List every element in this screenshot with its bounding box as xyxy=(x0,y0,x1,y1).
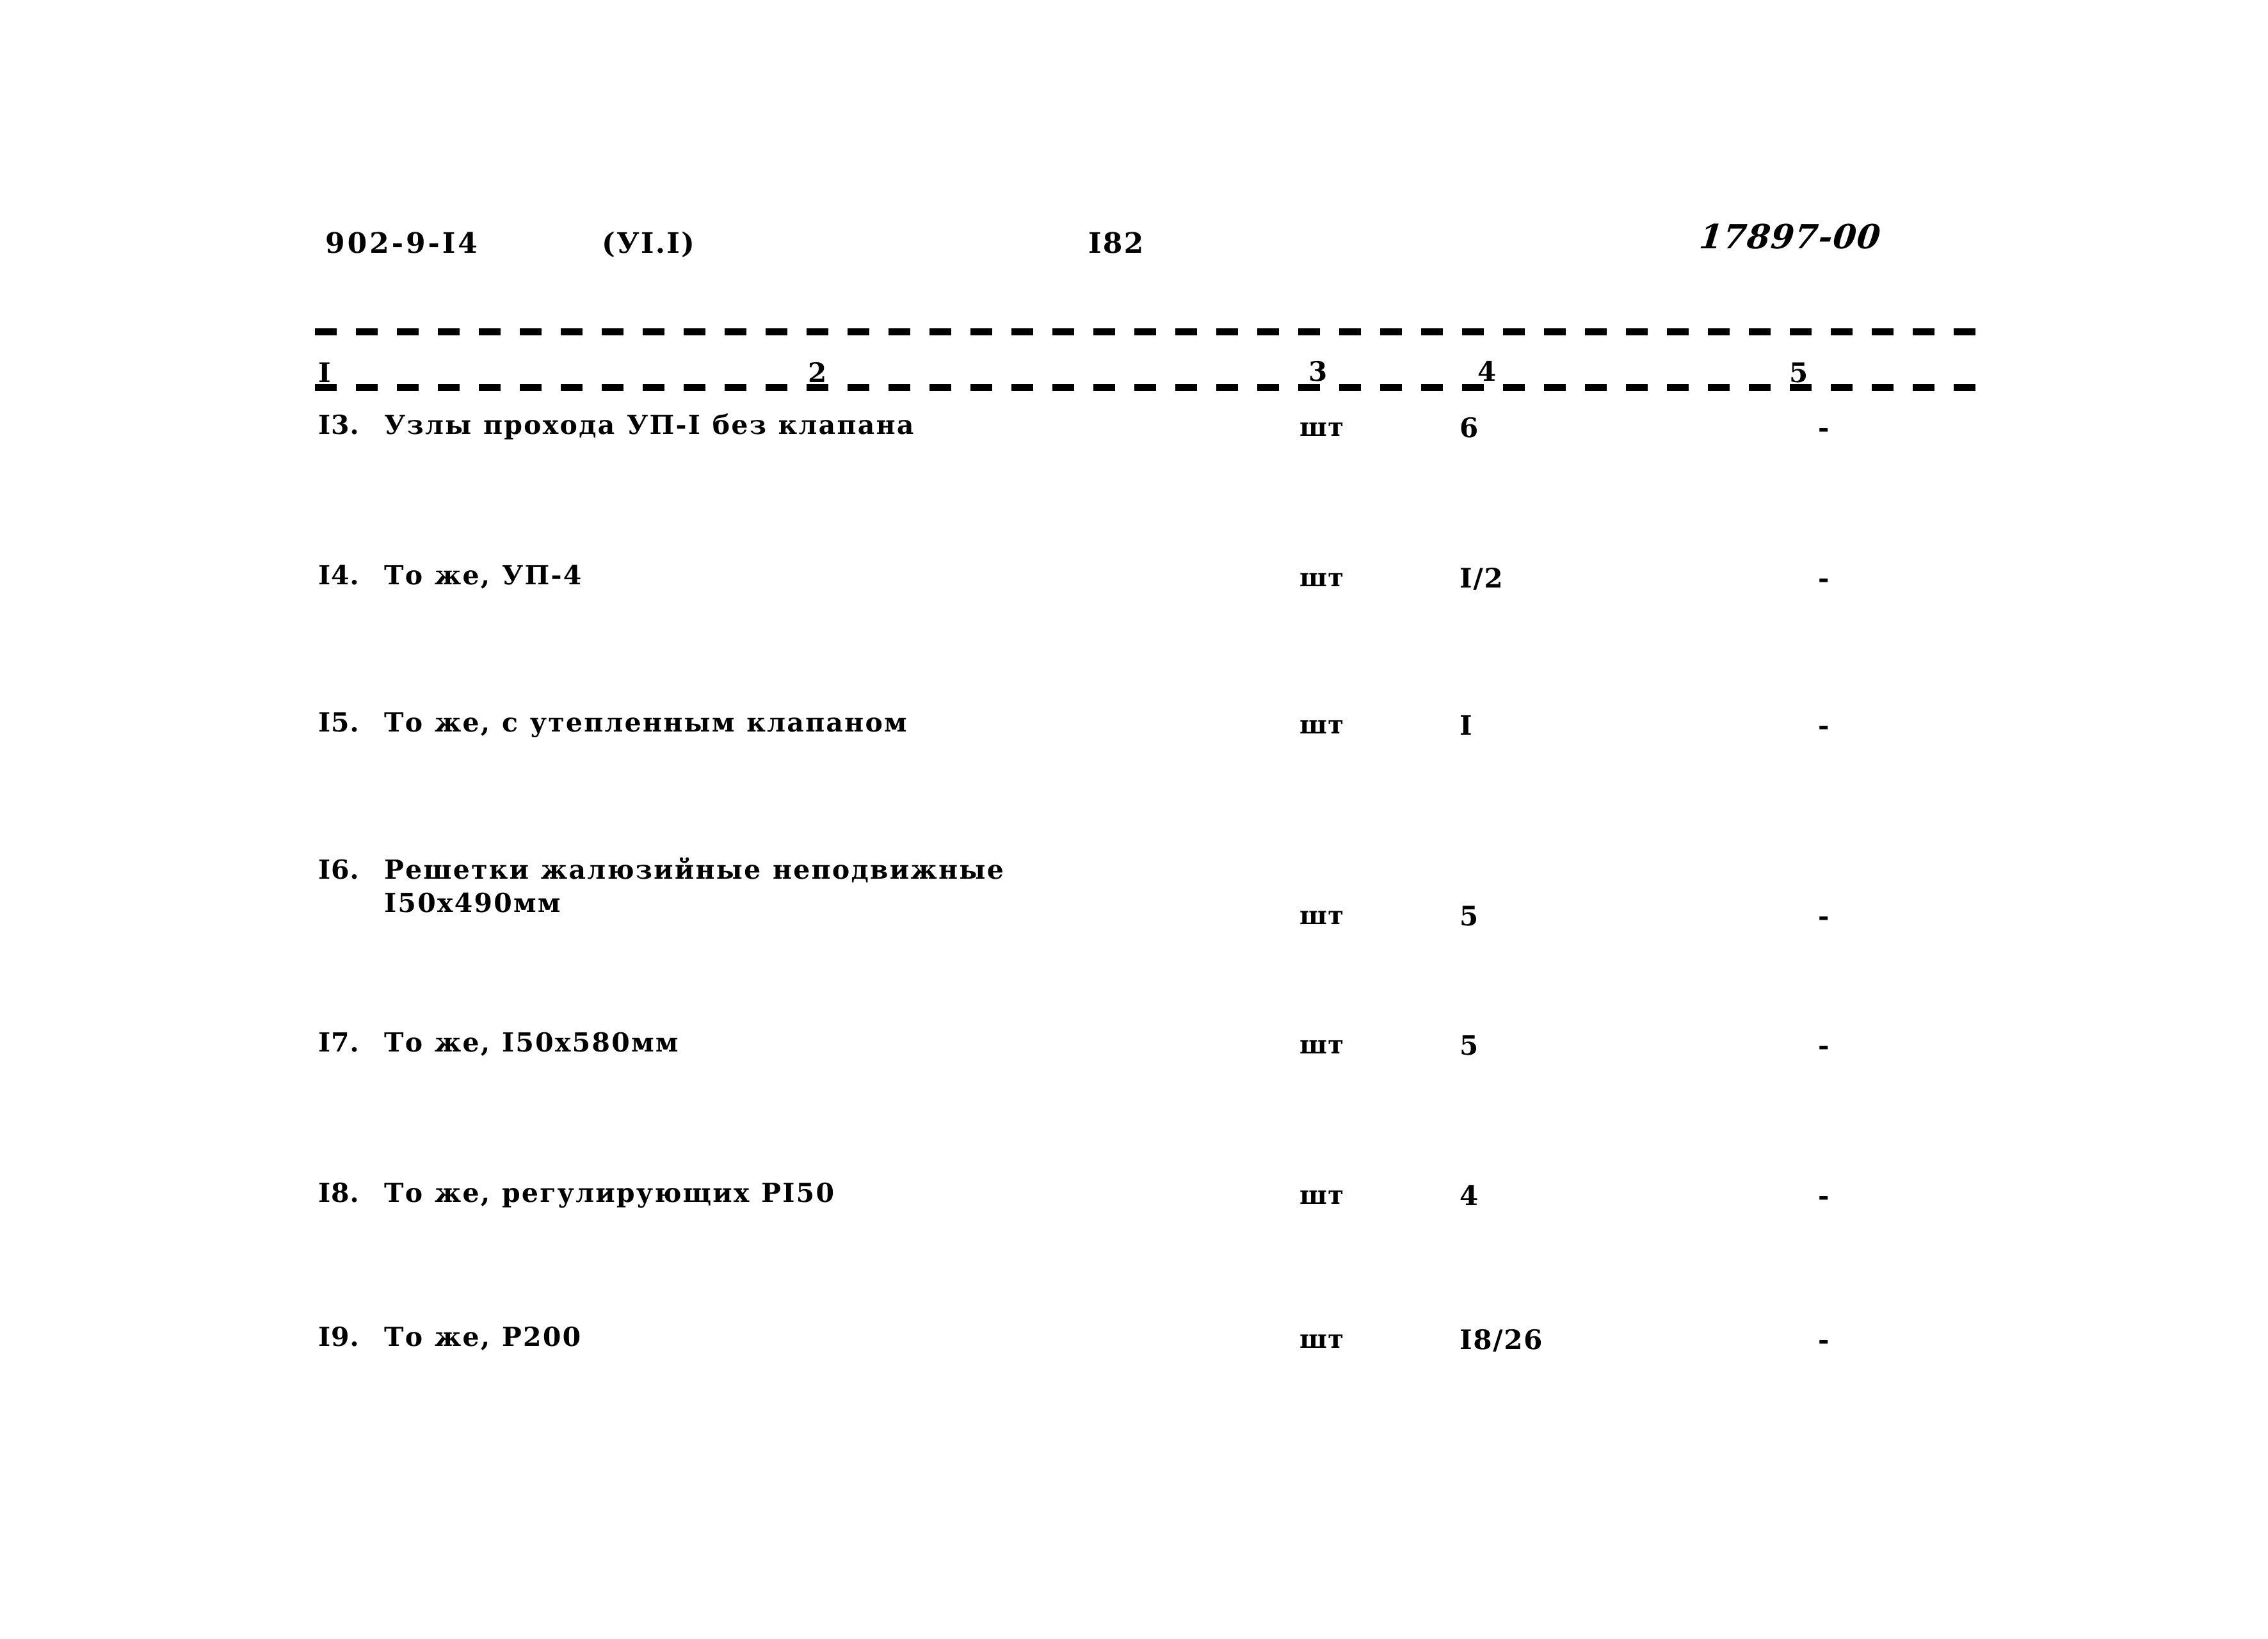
series-code: (УI.I) xyxy=(602,227,696,260)
row-index: I3. xyxy=(318,410,360,440)
row-description-line1: Узлы прохода УП-I без клапана xyxy=(384,410,915,440)
row-note: - xyxy=(1818,1180,1831,1211)
row-description: То же, с утепленным клапаном xyxy=(384,707,908,738)
archive-code-handwritten: 17897-00 xyxy=(1697,218,1883,257)
row-note: - xyxy=(1818,1030,1831,1061)
row-unit: шт xyxy=(1299,1324,1345,1354)
column-number-3: 3 xyxy=(1308,356,1328,387)
row-index: I9. xyxy=(318,1322,360,1352)
row-unit: шт xyxy=(1299,563,1345,593)
document-code: 902-9-I4 xyxy=(325,227,480,260)
table-row: I5. То же, с утепленным клапаном шт I - xyxy=(0,707,2268,784)
table-row: I9. То же, Р200 шт I8/26 - xyxy=(0,1322,2268,1398)
row-description: То же, I50x580мм xyxy=(384,1027,680,1058)
row-quantity: 5 xyxy=(1460,900,1479,932)
table-row: I8. То же, регулирующих РI50 шт 4 - xyxy=(0,1178,2268,1254)
row-index: I8. xyxy=(318,1178,360,1208)
row-note: - xyxy=(1818,563,1831,594)
column-number-1: I xyxy=(318,357,332,388)
table-row: I3. Узлы прохода УП-I без клапана шт 6 - xyxy=(0,410,2268,486)
row-index: I4. xyxy=(318,560,360,591)
row-quantity: I xyxy=(1460,710,1474,741)
row-unit: шт xyxy=(1299,412,1345,442)
row-description-line1: Решетки жалюзийные неподвижные xyxy=(384,854,1006,885)
column-number-2: 2 xyxy=(808,357,828,388)
row-index: I6. xyxy=(318,854,360,885)
row-unit: шт xyxy=(1299,1180,1345,1210)
row-description-line1: То же, с утепленным клапаном xyxy=(384,707,908,738)
row-unit: шт xyxy=(1299,900,1345,931)
row-description: То же, регулирующих РI50 xyxy=(384,1178,835,1208)
row-unit: шт xyxy=(1299,1030,1345,1060)
row-index: I7. xyxy=(318,1027,360,1058)
row-description: Узлы прохода УП-I без клапана xyxy=(384,410,915,440)
row-description-line1: То же, регулирующих РI50 xyxy=(384,1178,836,1208)
table-top-dashed-rule xyxy=(315,328,1987,335)
row-quantity: I/2 xyxy=(1460,563,1504,594)
row-description: То же, Р200 xyxy=(384,1322,582,1352)
table-row: I4. То же, УП-4 шт I/2 - xyxy=(0,560,2268,637)
row-note: - xyxy=(1818,1324,1831,1355)
row-note: - xyxy=(1818,412,1831,444)
column-number-4: 4 xyxy=(1477,356,1497,387)
row-note: - xyxy=(1818,900,1831,932)
row-quantity: 6 xyxy=(1460,412,1479,444)
row-unit: шт xyxy=(1299,710,1345,740)
row-description: То же, УП-4 xyxy=(384,560,583,591)
row-description-line1: То же, УП-4 xyxy=(384,560,583,591)
row-note: - xyxy=(1818,710,1831,741)
row-quantity: 5 xyxy=(1460,1030,1479,1061)
row-description-line1: То же, I50x580мм xyxy=(384,1027,680,1058)
row-quantity: 4 xyxy=(1460,1180,1479,1211)
table-row: I7. То же, I50x580мм шт 5 - xyxy=(0,1027,2268,1104)
row-quantity: I8/26 xyxy=(1460,1324,1544,1355)
row-description-line2: I50x490мм xyxy=(384,888,562,918)
page-number: I82 xyxy=(1088,227,1145,260)
document-page: 902-9-I4 (УI.I) I82 17897-00 I 2 3 4 5 I… xyxy=(0,0,2268,1639)
table-row: I6. Решетки жалюзийные неподвижные I50x49… xyxy=(0,854,2268,932)
row-description: Решетки жалюзийные неподвижные I50x490мм xyxy=(384,854,1005,918)
row-index: I5. xyxy=(318,707,360,738)
table-column-dashed-rule xyxy=(315,384,1988,391)
row-description-line1: То же, Р200 xyxy=(384,1322,583,1352)
column-number-5: 5 xyxy=(1789,357,1809,388)
